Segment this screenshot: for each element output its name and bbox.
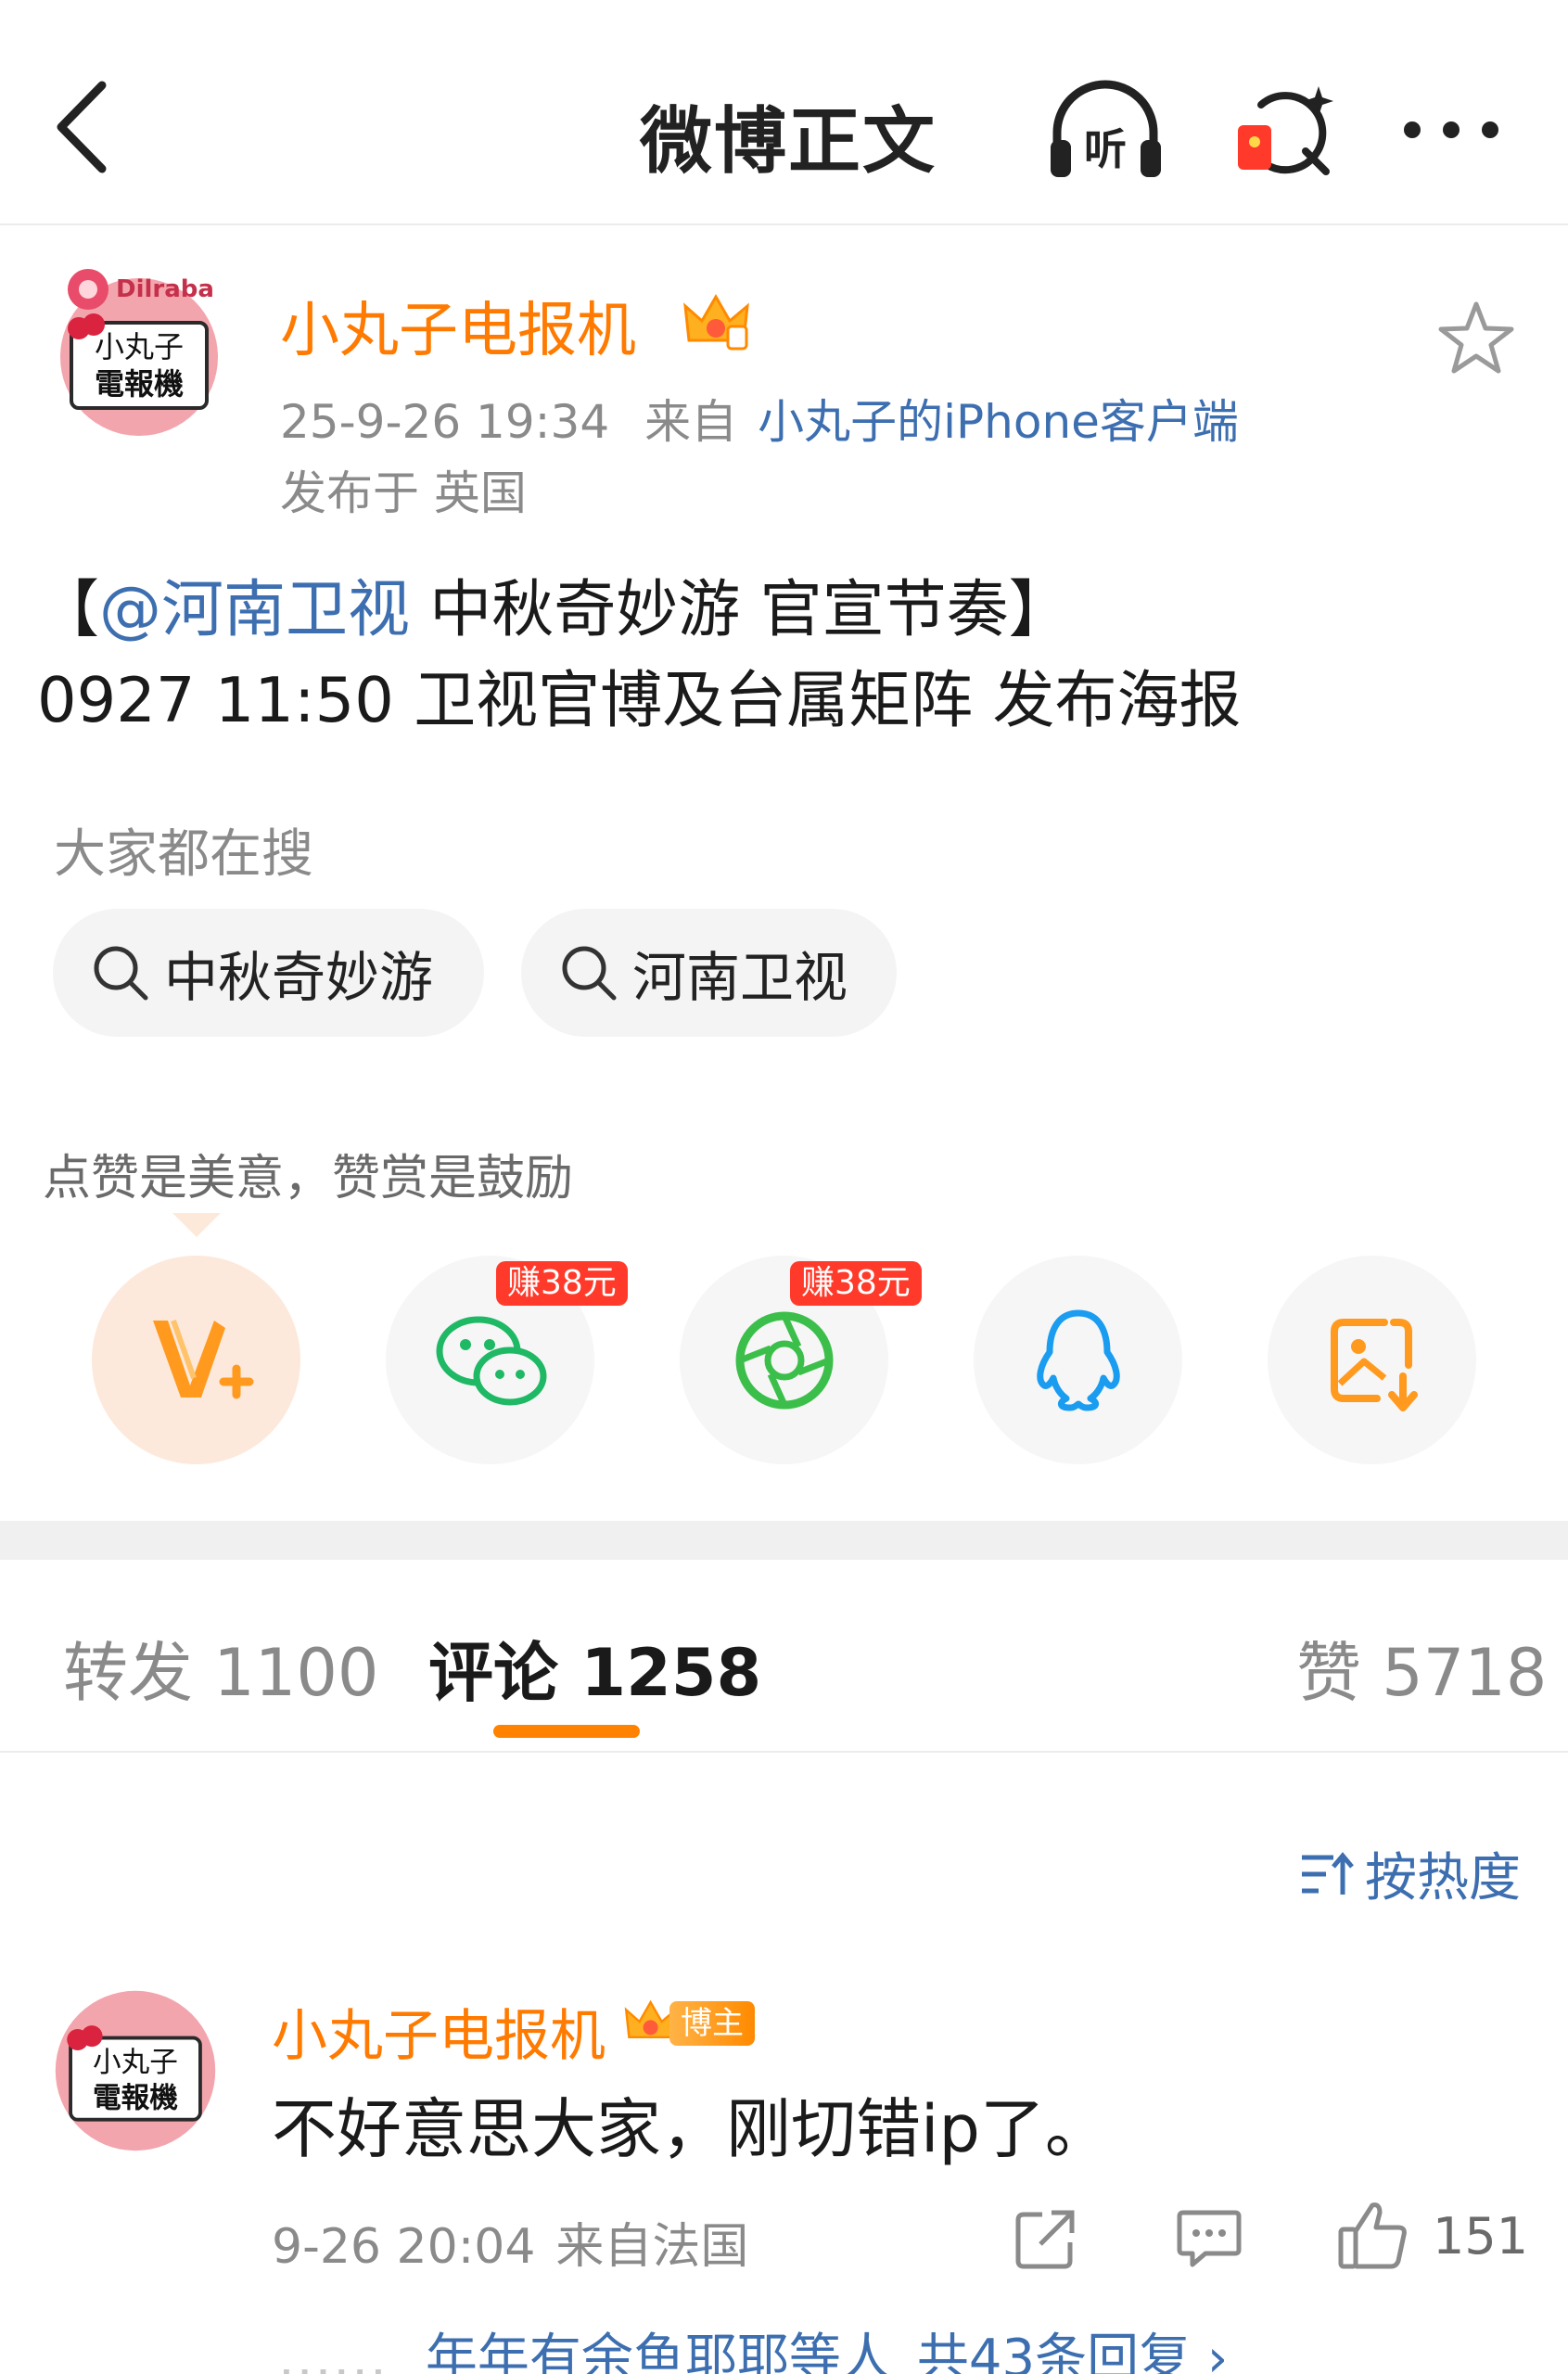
listen-headphones-icon[interactable]: 听	[1043, 79, 1168, 181]
comment-like-count: 151	[1433, 2207, 1529, 2266]
page-title: 微博正文	[639, 100, 937, 184]
search-chip-label: 河南卫视	[632, 946, 848, 1009]
replies-count: 共43条回复	[916, 2329, 1192, 2374]
tabs-divider	[0, 1751, 1568, 1753]
search-chip[interactable]: 中秋奇妙游	[53, 909, 484, 1037]
sort-by-hot-button[interactable]: 按热度	[1298, 1836, 1521, 1911]
trending-search-label: 大家都在搜	[54, 824, 313, 885]
content-bracket: 【	[37, 573, 99, 645]
search-icon	[94, 946, 148, 1001]
post-content-line2: 0927 11:50 卫视官博及台属矩阵 发布海报	[37, 664, 1242, 736]
post-source-link[interactable]: 小丸子的iPhone客户端	[758, 395, 1239, 449]
v-plus-icon	[152, 1319, 253, 1398]
top-nav-bar: 微博正文 听	[0, 0, 1568, 225]
author-avatar[interactable]: Dilraba 小丸子 電報機	[51, 260, 227, 436]
sort-icon	[1302, 1851, 1354, 1895]
avatar-brand-text: Dilraba	[116, 275, 214, 303]
author-badge: 博主	[669, 2001, 755, 2046]
save-image-button[interactable]	[1268, 1256, 1476, 1464]
post-location: 发布于 英国	[280, 466, 527, 520]
commenter-avatar[interactable]: 小丸子 電報機	[51, 1986, 220, 2155]
active-tab-indicator	[493, 1725, 640, 1738]
comment-time: 9-26 20:04	[272, 2219, 536, 2275]
earn-badge: 赚38元	[496, 1261, 628, 1306]
reward-tip-pointer	[172, 1213, 221, 1237]
avatar-text-line1: 小丸子	[93, 2047, 178, 2079]
post-time: 25-9-26 19:34	[280, 395, 610, 449]
view-replies-link[interactable]: ...... 年年有余鱼耶耶等人 共43条回复 ›	[278, 2317, 1228, 2374]
moments-aperture-icon	[735, 1311, 833, 1409]
commenter-name[interactable]: 小丸子电报机	[272, 1991, 606, 2072]
qq-penguin-icon	[1036, 1309, 1120, 1410]
tab-comments[interactable]: 评论 1258	[428, 1621, 761, 1715]
share-qq-button[interactable]	[974, 1256, 1182, 1464]
red-packet-search-icon[interactable]	[1233, 79, 1335, 181]
chevron-right-icon: ›	[1206, 2329, 1229, 2374]
share-icon[interactable]	[1013, 2205, 1079, 2272]
like-thumb-icon[interactable]	[1335, 2198, 1409, 2272]
sort-label: 按热度	[1365, 1848, 1521, 1908]
post-content: 【@河南卫视 中秋奇妙游 官宣节奏】 0927 11:50 卫视官博及台属矩阵 …	[37, 564, 1241, 746]
post-from-label: 来自	[644, 395, 738, 449]
reply-comment-icon[interactable]	[1176, 2207, 1243, 2268]
comment-location: 来自法国	[555, 2219, 749, 2275]
earn-badge: 赚38元	[790, 1261, 922, 1306]
save-image-icon	[1330, 1318, 1418, 1411]
search-icon	[562, 946, 617, 1001]
comment-text: 不好意思大家，刚切错ip了。	[272, 2091, 1110, 2167]
replies-users: 年年有余鱼耶耶等人	[425, 2329, 893, 2374]
section-divider	[0, 1521, 1568, 1560]
post-content-line1: 【@河南卫视 中秋奇妙游 官宣节奏】	[37, 564, 1241, 655]
content-title: 中秋奇妙游 官宣节奏】	[410, 573, 1071, 645]
vip-crown-icon	[683, 293, 749, 351]
search-chip[interactable]: 河南卫视	[521, 909, 897, 1037]
back-arrow-icon[interactable]	[48, 76, 122, 178]
listen-label: 听	[1084, 124, 1127, 174]
favorite-star-icon[interactable]	[1437, 299, 1516, 377]
post-meta: 25-9-26 19:34 来自 小丸子的iPhone客户端	[280, 385, 1239, 452]
avatar-text-line2: 電報機	[95, 366, 184, 402]
wechat-icon	[436, 1316, 546, 1405]
avatar-text-line1: 小丸子	[95, 329, 184, 364]
tab-likes[interactable]: 赞 5718	[1296, 1621, 1547, 1715]
reward-v-plus-button[interactable]	[92, 1256, 300, 1464]
tab-reposts[interactable]: 转发 1100	[63, 1621, 378, 1715]
avatar-text-line2: 電報機	[93, 2082, 178, 2114]
reward-tip-text: 点赞是美意，赞赏是鼓励	[43, 1151, 574, 1206]
replies-dots: ......	[278, 2329, 389, 2374]
more-options-icon[interactable]	[1396, 107, 1507, 153]
author-name[interactable]: 小丸子电报机	[280, 283, 636, 368]
search-chip-label: 中秋奇妙游	[164, 946, 434, 1009]
comment-meta: 9-26 20:04 来自法国	[272, 2207, 748, 2277]
mention-link[interactable]: @河南卫视	[99, 573, 410, 645]
